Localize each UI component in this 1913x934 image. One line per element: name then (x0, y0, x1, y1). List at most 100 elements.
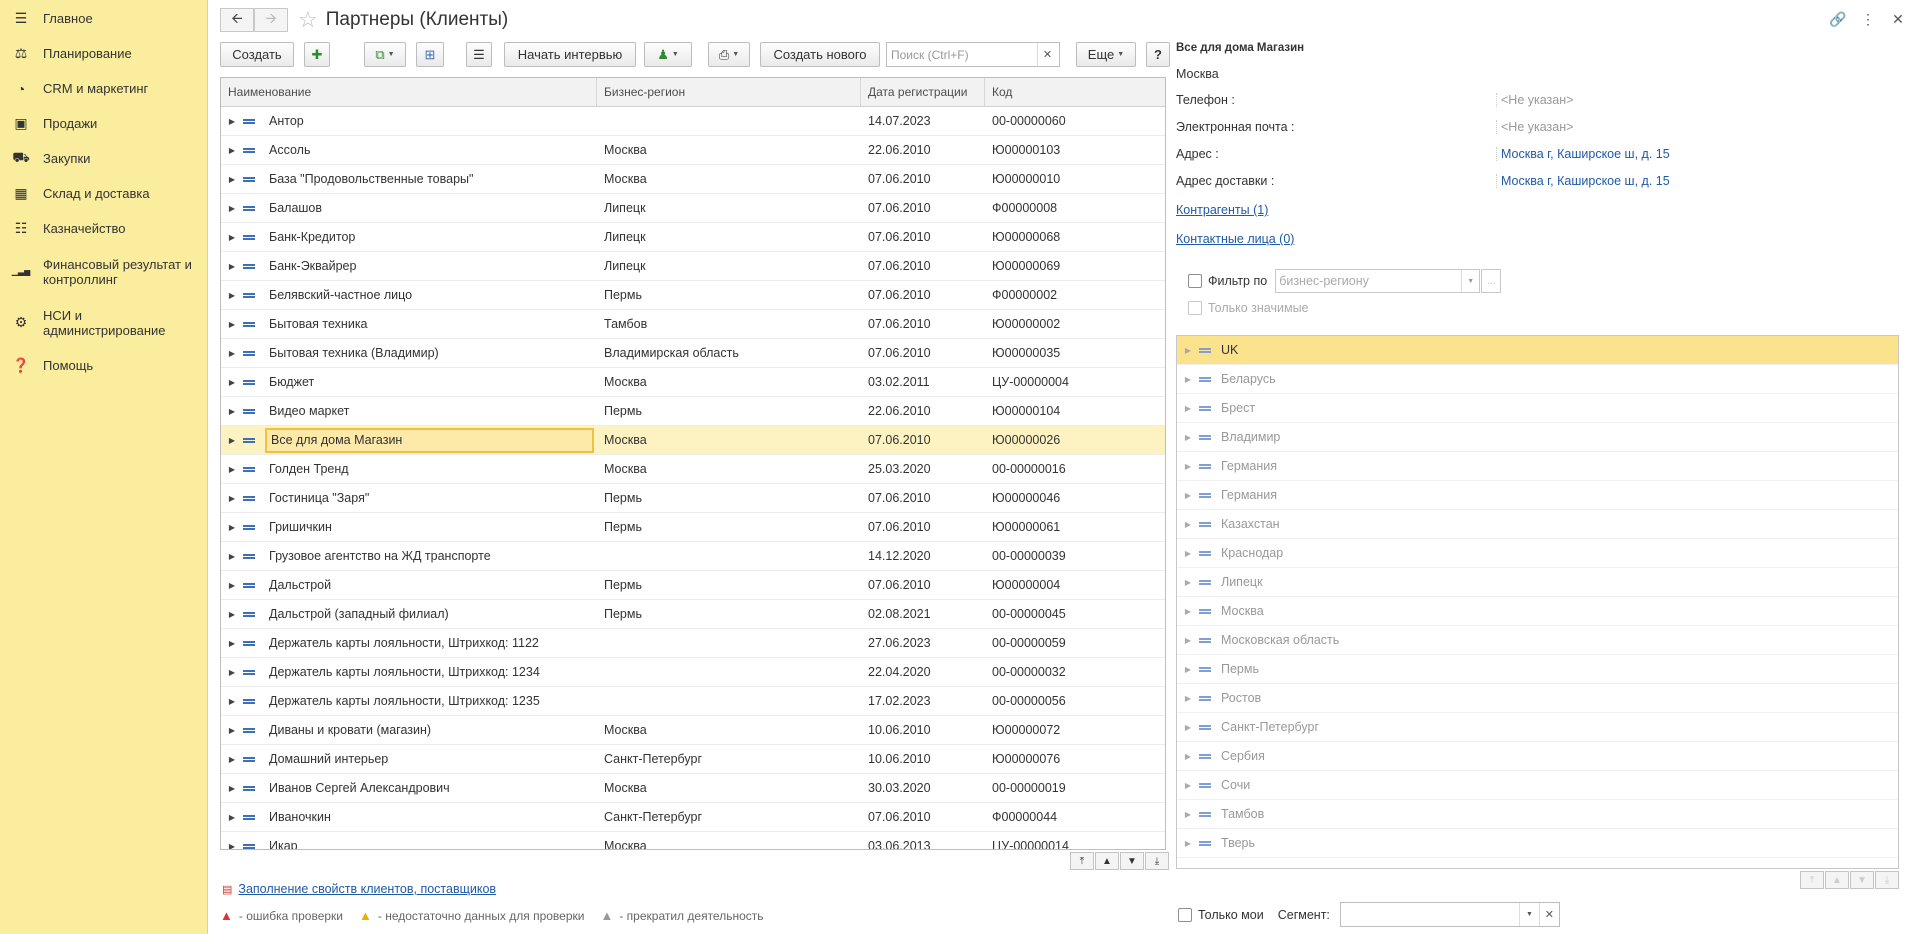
help-button[interactable]: ? (1146, 42, 1170, 67)
table-row[interactable]: ▶ Бытовая техника (Владимир) Владимирская … (221, 339, 1165, 368)
link-button[interactable]: 🔗 (1823, 8, 1853, 30)
expand-icon[interactable]: ▶ (221, 117, 243, 126)
table-row[interactable]: ▶ Диваны и кровати (магазин) Москва 10.06.2… (221, 716, 1165, 745)
table-row[interactable]: ▶ Грузовое агентство на ЖД транспорте 14.1… (221, 542, 1165, 571)
expand-icon[interactable]: ▶ (221, 639, 243, 648)
region-item[interactable]: ▶ Германия (1177, 481, 1898, 510)
start-interview-button[interactable]: Начать интервью (504, 42, 636, 67)
regions-scroll-bottom-button[interactable]: ⤓ (1875, 871, 1899, 889)
region-item[interactable]: ▶ Ростов (1177, 684, 1898, 713)
regions-scroll-down-button[interactable]: ▼ (1850, 871, 1874, 889)
table-row[interactable]: ▶ Бюджет Москва 03.02.2011 ЦУ-00000004 (221, 368, 1165, 397)
delivery-address-value[interactable]: Москва г, Каширское ш, д. 15 (1496, 174, 1670, 188)
only-mine-checkbox[interactable] (1178, 907, 1192, 922)
table-row[interactable]: ▶ Бытовая техника Тамбов 07.06.2010 Ю0000000… (221, 310, 1165, 339)
segment-clear-button[interactable]: ✕ (1538, 903, 1559, 926)
table-row[interactable]: ▶ Антор 14.07.2023 00-00000060 (221, 107, 1165, 136)
sidebar-item[interactable]: ⛟ Закупки (0, 141, 207, 176)
scroll-top-button[interactable]: ⤒ (1070, 852, 1094, 870)
region-item[interactable]: ▶ Брест (1177, 394, 1898, 423)
create-new-button[interactable]: Создать нового (760, 42, 880, 67)
expand-icon[interactable]: ▶ (1177, 491, 1199, 500)
table-row[interactable]: ▶ Гостиница "Заря" Пермь 07.06.2010 Ю0000004… (221, 484, 1165, 513)
filter-checkbox[interactable] (1188, 274, 1202, 288)
expand-icon[interactable]: ▶ (1177, 520, 1199, 529)
expand-icon[interactable]: ▶ (221, 697, 243, 706)
sidebar-item[interactable]: ☰ Главное (0, 1, 207, 36)
expand-icon[interactable]: ▶ (221, 726, 243, 735)
fill-properties-link[interactable]: Заполнение свойств клиентов, поставщиков (238, 882, 496, 896)
table-row[interactable]: ▶ База "Продовольственные товары" Москва 07… (221, 165, 1165, 194)
sidebar-item[interactable]: ⚙ НСИ и администрирование (0, 297, 207, 348)
expand-icon[interactable]: ▶ (1177, 810, 1199, 819)
create-copy-button[interactable]: ✚ (304, 42, 330, 67)
list-settings-button[interactable]: ☰ (466, 42, 492, 67)
segment-select[interactable]: ▼ ✕ (1339, 902, 1560, 927)
report-button[interactable]: ⊞ (416, 42, 444, 67)
contacts-link[interactable]: Контактные лица (0) (1176, 232, 1294, 246)
expand-icon[interactable]: ▶ (221, 204, 243, 213)
expand-icon[interactable]: ▶ (1177, 839, 1199, 848)
region-item[interactable]: ▶ Беларусь (1177, 365, 1898, 394)
expand-icon[interactable]: ▶ (1177, 462, 1199, 471)
sidebar-item[interactable]: ▣ Продажи (0, 106, 207, 141)
table-row[interactable]: ▶ Дальстрой Пермь 07.06.2010 Ю00000004 (221, 571, 1165, 600)
expand-icon[interactable]: ▶ (221, 233, 243, 242)
expand-icon[interactable]: ▶ (1177, 433, 1199, 442)
expand-icon[interactable]: ▶ (1177, 694, 1199, 703)
column-header-region[interactable]: Бизнес-регион (597, 78, 861, 106)
expand-icon[interactable]: ▶ (221, 523, 243, 532)
region-item[interactable]: ▶ Сербия (1177, 742, 1898, 771)
region-item[interactable]: ▶ Сочи (1177, 771, 1898, 800)
table-row[interactable]: ▶ Белявский-частное лицо Пермь 07.06.2010 Ф0… (221, 281, 1165, 310)
expand-icon[interactable]: ▶ (1177, 346, 1199, 355)
expand-icon[interactable]: ▶ (221, 842, 243, 850)
counterparties-link[interactable]: Контрагенты (1) (1176, 203, 1268, 217)
table-row[interactable]: ▶ Голден Тренд Москва 25.03.2020 00-00000016 (221, 455, 1165, 484)
expand-icon[interactable]: ▶ (221, 146, 243, 155)
table-row[interactable]: ▶ Ассоль Москва 22.06.2010 Ю00000103 (221, 136, 1165, 165)
scroll-down-button[interactable]: ▼ (1120, 852, 1144, 870)
expand-icon[interactable]: ▶ (221, 494, 243, 503)
expand-icon[interactable]: ▶ (1177, 549, 1199, 558)
expand-icon[interactable]: ▶ (221, 291, 243, 300)
sidebar-item[interactable]: ◔ CRM и маркетинг (0, 71, 207, 106)
region-item[interactable]: ▶ Казахстан (1177, 510, 1898, 539)
column-header-code[interactable]: Код (985, 78, 1165, 106)
region-item[interactable]: ▶ Москва (1177, 597, 1898, 626)
table-row[interactable]: ▶ Иванов Сергей Александрович Москва 30.03.… (221, 774, 1165, 803)
table-row[interactable]: ▶ Домашний интерьер Санкт-Петербург 10.06.2… (221, 745, 1165, 774)
expand-icon[interactable]: ▶ (1177, 665, 1199, 674)
region-item[interactable]: ▶ Пермь (1177, 655, 1898, 684)
table-row[interactable]: ▶ Видео маркет Пермь 22.06.2010 Ю00000104 (221, 397, 1165, 426)
print-button[interactable]: ⎙ ▼ (708, 42, 750, 67)
expand-icon[interactable]: ▶ (221, 349, 243, 358)
only-significant-checkbox[interactable] (1188, 301, 1202, 315)
filter-select[interactable]: бизнес-региону ▼ (1275, 269, 1481, 293)
expand-icon[interactable]: ▶ (1177, 781, 1199, 790)
region-item[interactable]: ▶ Владимир (1177, 423, 1898, 452)
sidebar-item[interactable]: ▦ Склад и доставка (0, 176, 207, 211)
region-item[interactable]: ▶ Липецк (1177, 568, 1898, 597)
create-button[interactable]: Создать (220, 42, 294, 67)
region-item[interactable]: ▶ Германия (1177, 452, 1898, 481)
expand-icon[interactable]: ▶ (221, 465, 243, 474)
expand-icon[interactable]: ▶ (221, 175, 243, 184)
region-item[interactable]: ▶ Тамбов (1177, 800, 1898, 829)
favorite-star-icon[interactable]: ☆ (298, 9, 318, 31)
table-row[interactable]: ▶ Икар Москва 03.06.2013 ЦУ-00000014 (221, 832, 1165, 850)
sidebar-item[interactable]: ⚖ Планирование (0, 36, 207, 71)
regions-scroll-up-button[interactable]: ▲ (1825, 871, 1849, 889)
expand-icon[interactable]: ▶ (221, 378, 243, 387)
table-row[interactable]: ▶ Гришичкин Пермь 07.06.2010 Ю00000061 (221, 513, 1165, 542)
table-row[interactable]: ▶ Все для дома Магазин Москва 07.06.2010 Ю00… (221, 426, 1165, 455)
region-item[interactable]: ▶ Тверь (1177, 829, 1898, 858)
expand-icon[interactable]: ▶ (1177, 404, 1199, 413)
table-row[interactable]: ▶ Иваночкин Санкт-Петербург 07.06.2010 Ф0000… (221, 803, 1165, 832)
region-item[interactable]: ▶ UK (1177, 336, 1898, 365)
close-window-button[interactable]: ✕ (1883, 8, 1913, 30)
expand-icon[interactable]: ▶ (221, 755, 243, 764)
forward-button[interactable]: 🡪 (254, 8, 288, 32)
scroll-up-button[interactable]: ▲ (1095, 852, 1119, 870)
sidebar-item[interactable]: ▁▃▅ Финансовый результат и контроллинг (0, 246, 207, 297)
